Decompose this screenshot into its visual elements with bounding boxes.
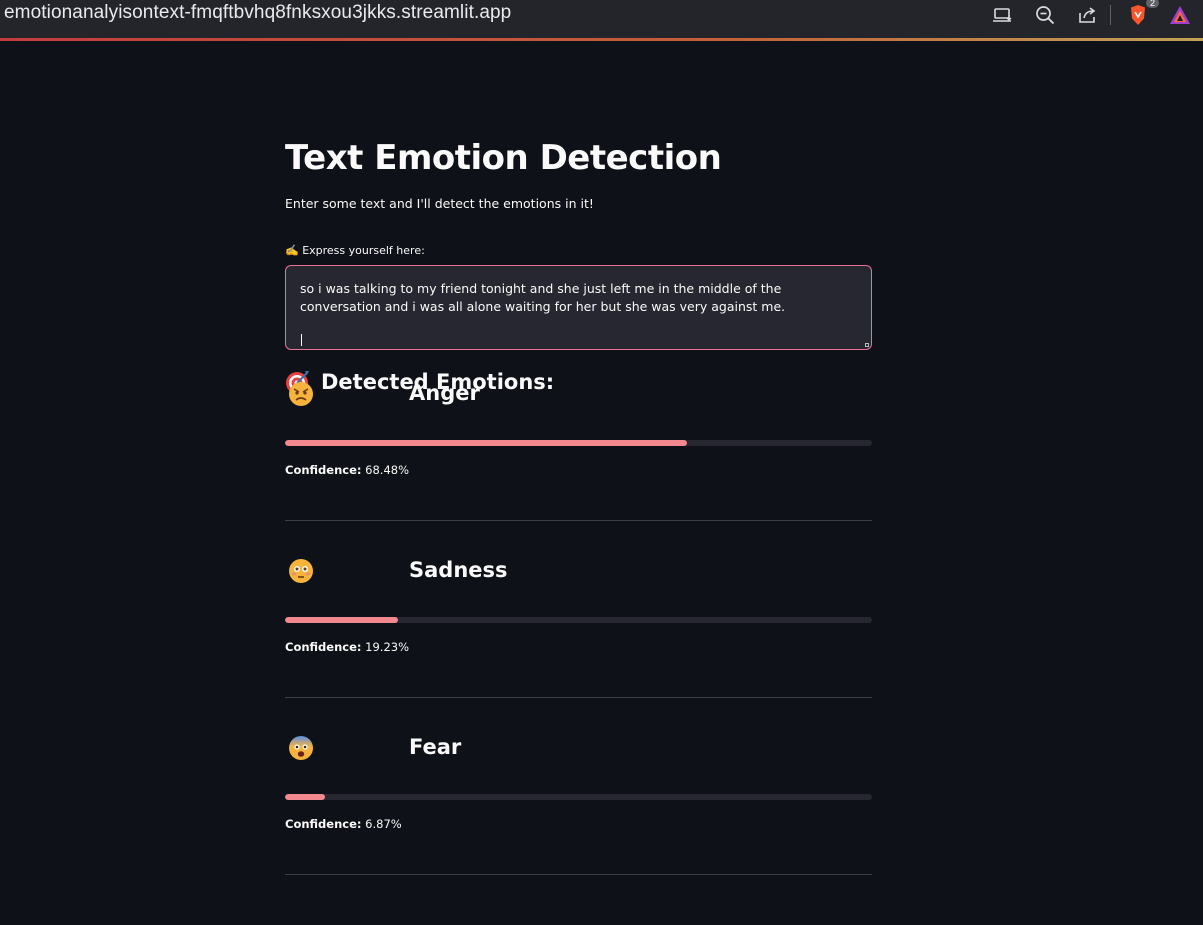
confidence-label: Confidence: xyxy=(285,463,362,477)
section-divider xyxy=(285,874,872,875)
section-divider xyxy=(285,520,872,521)
confidence-label: Confidence: xyxy=(285,640,362,654)
confidence-progress-fill xyxy=(285,794,326,800)
confidence-text: Confidence: 19.23% xyxy=(285,640,409,654)
address-bar[interactable]: emotionanalyisontext-fmqftbvhq8fnksxou3j… xyxy=(4,2,511,24)
confidence-text: Confidence: 6.87% xyxy=(285,817,402,831)
confidence-value: 19.23% xyxy=(365,640,410,654)
confidence-text: Confidence: 68.48% xyxy=(285,463,409,477)
section-divider xyxy=(285,697,872,698)
page-subtitle: Enter some text and I'll detect the emot… xyxy=(285,196,594,211)
shield-count-badge: 2 xyxy=(1145,0,1159,8)
confidence-value: 6.87% xyxy=(365,817,402,831)
text-input-value: so i was talking to my friend tonight an… xyxy=(300,281,786,314)
text-input-label: ✍️ Express yourself here: xyxy=(285,244,425,257)
angry-face-icon xyxy=(289,382,313,406)
emotion-text-input[interactable]: so i was talking to my friend tonight an… xyxy=(285,265,872,350)
install-app-icon[interactable] xyxy=(992,4,1014,26)
confidence-progress-fill xyxy=(285,440,687,446)
zoom-out-icon[interactable] xyxy=(1034,4,1056,26)
confidence-progress-fill xyxy=(285,617,398,623)
emotion-name: Anger xyxy=(409,381,480,405)
brave-shield-icon[interactable]: 2 xyxy=(1127,0,1159,26)
confidence-value: 68.48% xyxy=(365,463,410,477)
textarea-resize-handle[interactable] xyxy=(865,343,869,347)
flushed-face-icon xyxy=(289,559,313,583)
browser-toolbar: emotionanalyisontext-fmqftbvhq8fnksxou3j… xyxy=(0,0,1203,38)
confidence-label: Confidence: xyxy=(285,817,362,831)
confidence-progress-bar xyxy=(285,617,872,623)
confidence-progress-bar xyxy=(285,440,872,446)
streamlit-header-decoration xyxy=(0,38,1203,41)
browser-actions: 2 xyxy=(972,0,1191,26)
page-title: Text Emotion Detection xyxy=(285,138,722,178)
fearful-face-icon xyxy=(289,736,313,760)
emotion-name: Sadness xyxy=(409,558,508,582)
text-cursor xyxy=(301,334,302,346)
brave-rewards-icon[interactable] xyxy=(1169,4,1191,26)
share-icon[interactable] xyxy=(1076,4,1098,26)
confidence-progress-bar xyxy=(285,794,872,800)
emotion-name: Fear xyxy=(409,735,462,759)
toolbar-separator xyxy=(1110,5,1111,25)
